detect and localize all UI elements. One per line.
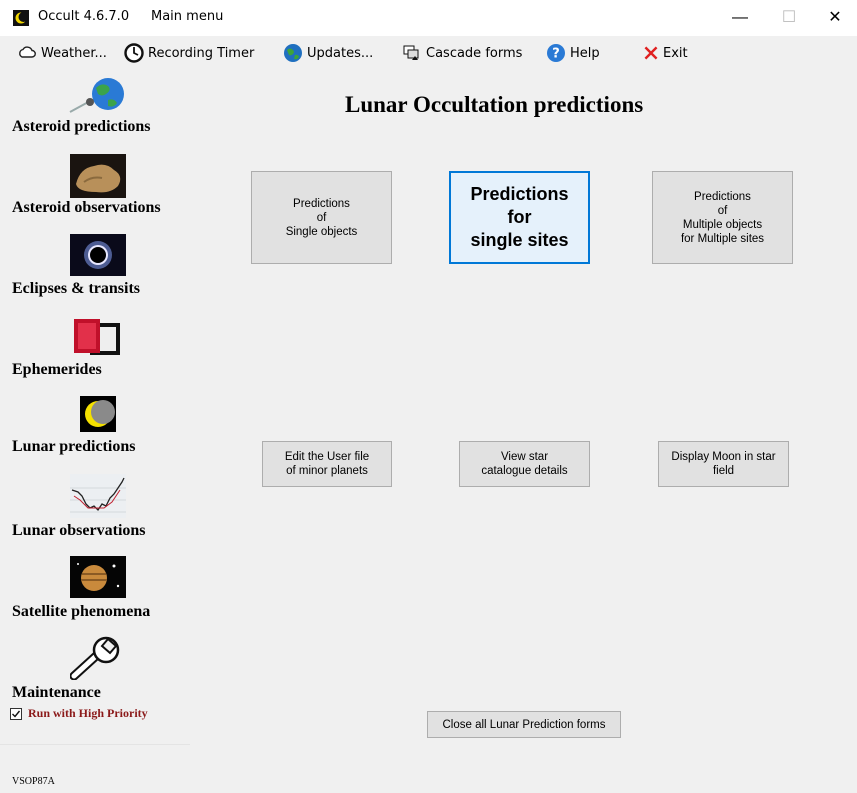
menu-weather[interactable]: Weather... [17, 42, 107, 64]
app-title: Occult 4.6.7.0 [38, 9, 130, 24]
ephemerides-book-icon[interactable] [70, 315, 126, 357]
clock-icon [124, 43, 144, 63]
sidebar-item-asteroid-observations[interactable]: Asteroid observations [12, 199, 161, 217]
cloud-icon [19, 46, 36, 58]
sidebar-item-eclipses-transits[interactable]: Eclipses & transits [12, 280, 140, 298]
asteroid-globe-icon[interactable] [68, 76, 126, 118]
title-bar: Occult 4.6.7.0 Main menu — ☐ ✕ [0, 0, 857, 36]
checkmark-icon [12, 710, 21, 718]
close-button[interactable]: ✕ [812, 0, 857, 36]
sidebar-item-ephemerides[interactable]: Ephemerides [12, 361, 102, 379]
occult-app-icon [13, 10, 29, 26]
menu-help[interactable]: ? Help [546, 42, 600, 64]
menu-exit[interactable]: Exit [643, 42, 688, 64]
menu-weather-label: Weather... [41, 45, 107, 61]
menu-exit-label: Exit [663, 45, 688, 61]
eclipse-icon[interactable] [70, 234, 126, 276]
form-title: Main menu [151, 9, 224, 24]
globe-icon [284, 44, 302, 62]
display-moon-button[interactable]: Display Moon in star field [658, 441, 789, 487]
high-priority-row: Run with High Priority [10, 706, 148, 721]
menu-cascade-forms[interactable]: Cascade forms [402, 42, 522, 64]
light-curve-icon[interactable] [70, 474, 126, 518]
menu-cascade-forms-label: Cascade forms [426, 45, 523, 61]
jupiter-icon[interactable] [70, 556, 126, 598]
moon-icon[interactable] [80, 396, 116, 432]
high-priority-label: Run with High Priority [28, 706, 148, 720]
menu-updates-label: Updates... [307, 45, 374, 61]
help-icon: ? [547, 44, 565, 62]
sidebar-divider [0, 744, 190, 745]
exit-icon [644, 46, 658, 60]
page-title: Lunar Occultation predictions [345, 92, 644, 117]
svg-text:?: ? [552, 47, 560, 62]
predictions-single-sites-button[interactable]: Predictions for single sites [449, 171, 590, 264]
predictions-multiple-button[interactable]: Predictions of Multiple objects for Mult… [652, 171, 793, 264]
menu-recording-timer-label: Recording Timer [148, 45, 255, 61]
maximize-button[interactable]: ☐ [766, 0, 812, 36]
predictions-single-objects-button[interactable]: Predictions of Single objects [251, 171, 392, 264]
sidebar-item-asteroid-predictions[interactable]: Asteroid predictions [12, 118, 151, 136]
sidebar-item-satellite-phenomena[interactable]: Satellite phenomena [12, 603, 150, 621]
sidebar-item-lunar-observations[interactable]: Lunar observations [12, 522, 146, 540]
menu-updates[interactable]: Updates... [283, 42, 373, 64]
edit-user-file-button[interactable]: Edit the User file of minor planets [262, 441, 392, 487]
menu-recording-timer[interactable]: Recording Timer [124, 42, 254, 64]
asteroid-rock-icon[interactable] [70, 154, 126, 198]
cascade-icon [403, 45, 419, 60]
close-all-forms-button[interactable]: Close all Lunar Prediction forms [427, 711, 621, 738]
wrench-icon[interactable] [70, 636, 126, 680]
view-star-catalogue-button[interactable]: View star catalogue details [459, 441, 590, 487]
menu-bar: Weather... Recording Timer Updates... Ca… [0, 36, 857, 68]
minimize-button[interactable]: — [717, 0, 763, 36]
sidebar-item-maintenance[interactable]: Maintenance [12, 684, 101, 702]
sidebar-item-lunar-predictions[interactable]: Lunar predictions [12, 438, 135, 456]
high-priority-checkbox[interactable] [10, 707, 22, 720]
status-text: VSOP87A [12, 776, 55, 787]
menu-help-label: Help [570, 45, 600, 61]
